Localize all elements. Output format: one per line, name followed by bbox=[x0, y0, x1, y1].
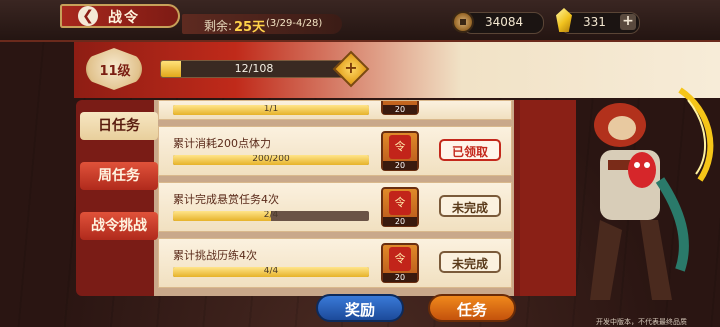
reward-count: 20 bbox=[383, 217, 417, 226]
rewards-button[interactable]: 奖励 bbox=[316, 294, 404, 322]
reward-item[interactable]: 令 20 bbox=[381, 187, 419, 227]
add-gems-button[interactable]: + bbox=[620, 14, 636, 30]
reward-count: 20 bbox=[383, 161, 417, 170]
reward-scroll-icon: 令 bbox=[389, 135, 411, 159]
task-progress-bar: 200/200 bbox=[173, 155, 369, 165]
task-progress-text: 2/4 bbox=[263, 211, 279, 220]
tab-daily-tasks[interactable]: 日任务 bbox=[80, 112, 158, 140]
watermark: 开发中版本，不代表最终品质 bbox=[596, 318, 687, 326]
coin-amount: 34084 bbox=[485, 15, 524, 29]
xp-progress-text: 12/108 bbox=[234, 62, 274, 75]
hero-illustration bbox=[590, 87, 714, 300]
task-progress-text: 200/200 bbox=[252, 155, 290, 164]
incomplete-button[interactable]: 未完成 bbox=[439, 251, 501, 273]
gem-amount: 331 bbox=[583, 15, 606, 29]
reward-item[interactable]: 20 bbox=[381, 101, 419, 115]
reward-count: 20 bbox=[383, 105, 417, 114]
panel-right-rail bbox=[520, 100, 576, 296]
back-arrow-icon[interactable]: ❮ bbox=[78, 6, 98, 26]
reward-scroll-icon: 令 bbox=[389, 191, 411, 215]
reward-item[interactable]: 令 20 bbox=[381, 243, 419, 283]
claimed-button[interactable]: 已领取 bbox=[439, 139, 501, 161]
level-label: 11级 bbox=[99, 64, 131, 79]
task-title: 累计消耗200点体力 bbox=[173, 137, 271, 150]
tab-pass-challenge[interactable]: 战令挑战 bbox=[80, 212, 158, 240]
task-row: 累计消耗200点体力 200/200 令 20 已领取 bbox=[158, 126, 512, 176]
task-row: 1/1 20 bbox=[158, 100, 512, 120]
reward-count: 20 bbox=[383, 273, 417, 282]
task-progress-bar: 2/4 bbox=[173, 211, 369, 221]
task-title: 累计挑战历练4次 bbox=[173, 249, 257, 262]
task-progress-text: 1/1 bbox=[263, 105, 279, 114]
plus-icon: + bbox=[344, 58, 358, 77]
tab-weekly-tasks[interactable]: 周任务 bbox=[80, 162, 158, 190]
task-progress-bar: 4/4 bbox=[173, 267, 369, 277]
task-progress-bar: 1/1 bbox=[173, 105, 369, 115]
reward-scroll-icon: 令 bbox=[389, 247, 411, 271]
incomplete-button[interactable]: 未完成 bbox=[439, 195, 501, 217]
task-row: 累计挑战历练4次 4/4 令 20 未完成 bbox=[158, 238, 512, 288]
remaining-days: 25天 bbox=[234, 20, 266, 35]
tasks-button[interactable]: 任务 bbox=[428, 294, 516, 322]
task-progress-text: 4/4 bbox=[263, 267, 279, 276]
date-range: (3/29-4/28) bbox=[266, 18, 323, 29]
coin-counter: 34084 bbox=[462, 12, 544, 34]
task-title: 累计完成悬赏任务4次 bbox=[173, 193, 279, 206]
reward-item[interactable]: 令 20 bbox=[381, 131, 419, 171]
task-row: 累计完成悬赏任务4次 2/4 令 20 未完成 bbox=[158, 182, 512, 232]
remaining-label: 剩余: bbox=[204, 19, 233, 33]
coin-icon bbox=[452, 11, 474, 33]
page-title: 战令 bbox=[108, 10, 140, 26]
xp-progress-bar: 12/108 bbox=[160, 60, 348, 78]
